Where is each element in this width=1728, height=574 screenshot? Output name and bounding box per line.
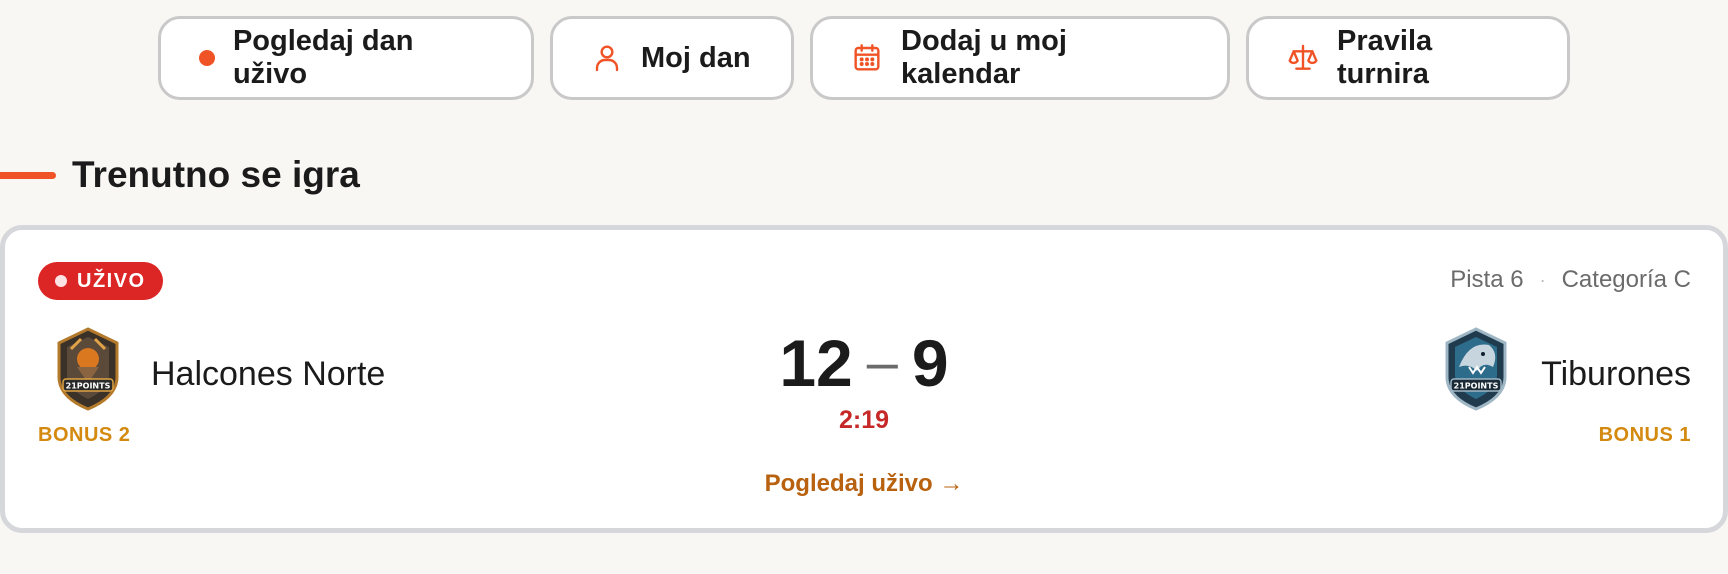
- tournament-rules-button[interactable]: Pravila turnira: [1246, 16, 1570, 100]
- svg-text:21POINTS: 21POINTS: [1454, 382, 1499, 391]
- court-label: Pista 6: [1450, 266, 1524, 293]
- tournament-rules-label: Pravila turnira: [1337, 25, 1433, 90]
- watch-day-live-label: Pogledaj dan uživo: [232, 25, 414, 90]
- add-to-calendar-button[interactable]: Dodaj u moj kalendar: [810, 16, 1230, 100]
- home-score: 12: [779, 326, 853, 400]
- live-dot-icon: [55, 275, 67, 287]
- action-bar: Pogledaj dan uživo Moj dan Dodaj u moj k…: [0, 16, 1728, 100]
- section-accent-bar: [0, 171, 56, 179]
- away-score: 9: [911, 326, 949, 400]
- away-team-bonus: BONUS 1: [1598, 424, 1691, 446]
- away-team-name: Tiburones: [1541, 355, 1691, 393]
- add-to-calendar-label: Dodaj u moj kalendar: [901, 25, 1067, 90]
- my-day-label: Moj dan: [641, 41, 751, 74]
- live-dot-icon: [199, 50, 215, 66]
- my-day-button[interactable]: Moj dan: [550, 16, 794, 100]
- section-header: Trenutno se igra: [0, 154, 360, 196]
- scale-icon: [1287, 42, 1319, 74]
- live-status-label: UŽIVO: [77, 269, 146, 292]
- away-team-logo-icon: 21POINTS: [1439, 327, 1513, 411]
- category-label: Categoría C: [1561, 266, 1691, 293]
- watch-day-live-button[interactable]: Pogledaj dan uživo: [158, 16, 534, 100]
- match-meta: Pista 6 · Categoría C: [1450, 266, 1691, 294]
- meta-separator-dot: ·: [1539, 269, 1546, 290]
- live-status-badge: UŽIVO: [38, 262, 163, 300]
- score-separator: –: [866, 329, 898, 393]
- live-match-card: UŽIVO Pista 6 · Categoría C 21POINTS Hal…: [0, 225, 1728, 533]
- calendar-icon: [851, 42, 883, 74]
- watch-live-link[interactable]: Pogledaj uživo →: [5, 470, 1723, 498]
- section-title: Trenutno se igra: [72, 154, 360, 195]
- user-icon: [591, 42, 623, 74]
